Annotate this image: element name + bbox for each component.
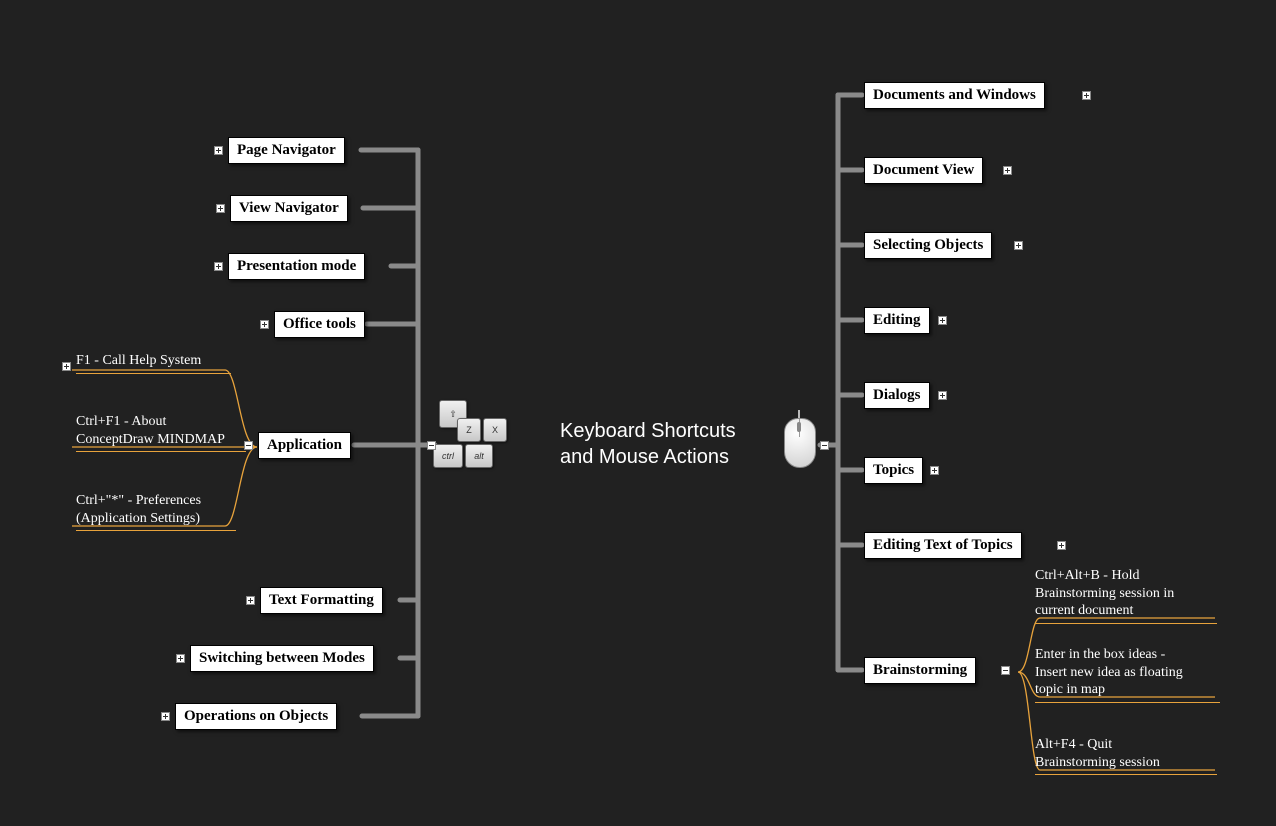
node-label: Editing Text of Topics — [873, 537, 1013, 553]
central-title-line1: Keyboard Shortcuts — [560, 420, 736, 442]
leaf-application-prefs[interactable]: Ctrl+"*" - Preferences (Application Sett… — [76, 492, 236, 531]
collapse-toggle-left[interactable] — [427, 441, 436, 450]
node-label: View Navigator — [239, 200, 339, 216]
node-presentation-mode[interactable]: Presentation mode — [228, 253, 365, 280]
expand-toggle[interactable] — [214, 146, 223, 155]
leaf-application-f1[interactable]: F1 - Call Help System — [76, 352, 231, 374]
node-label: Brainstorming — [873, 662, 967, 678]
leaf-text: (Application Settings) — [76, 511, 200, 526]
node-label: Page Navigator — [237, 142, 336, 158]
leaf-text: ConceptDraw MINDMAP — [76, 432, 225, 447]
keyboard-icon: ⇧ Z X ctrl alt — [433, 400, 523, 480]
node-page-navigator[interactable]: Page Navigator — [228, 137, 345, 164]
expand-toggle[interactable] — [260, 320, 269, 329]
node-label: Topics — [873, 462, 914, 478]
leaf-text: topic in map — [1035, 682, 1105, 697]
expand-toggle[interactable] — [938, 391, 947, 400]
leaf-text: Ctrl+"*" - Preferences — [76, 493, 201, 508]
expand-toggle[interactable] — [176, 654, 185, 663]
expand-toggle[interactable] — [62, 362, 71, 371]
leaf-text: Brainstorming session in — [1035, 586, 1174, 601]
node-operations-objects[interactable]: Operations on Objects — [175, 703, 337, 730]
node-dialogs[interactable]: Dialogs — [864, 382, 930, 409]
node-editing-text-topics[interactable]: Editing Text of Topics — [864, 532, 1022, 559]
node-label: Presentation mode — [237, 258, 356, 274]
expand-toggle[interactable] — [1082, 91, 1091, 100]
leaf-text: current document — [1035, 603, 1133, 618]
node-selecting-objects[interactable]: Selecting Objects — [864, 232, 992, 259]
leaf-brainstorming-quit[interactable]: Alt+F4 - Quit Brainstorming session — [1035, 736, 1217, 775]
expand-toggle[interactable] — [1014, 241, 1023, 250]
leaf-text: Insert new idea as floating — [1035, 665, 1183, 680]
leaf-brainstorming-enter[interactable]: Enter in the box ideas - Insert new idea… — [1035, 646, 1220, 703]
central-title: Keyboard Shortcuts and Mouse Actions — [560, 418, 780, 470]
collapse-toggle-right[interactable] — [820, 441, 829, 450]
leaf-text: Brainstorming session — [1035, 755, 1160, 770]
node-label: Application — [267, 437, 342, 453]
node-topics[interactable]: Topics — [864, 457, 923, 484]
leaf-text: Enter in the box ideas - — [1035, 647, 1165, 662]
node-editing[interactable]: Editing — [864, 307, 930, 334]
expand-toggle[interactable] — [938, 316, 947, 325]
node-documents-windows[interactable]: Documents and Windows — [864, 82, 1045, 109]
leaf-brainstorming-hold[interactable]: Ctrl+Alt+B - Hold Brainstorming session … — [1035, 567, 1217, 624]
node-document-view[interactable]: Document View — [864, 157, 983, 184]
expand-toggle[interactable] — [214, 262, 223, 271]
central-title-line2: and Mouse Actions — [560, 446, 729, 468]
node-label: Text Formatting — [269, 592, 374, 608]
expand-toggle[interactable] — [161, 712, 170, 721]
node-brainstorming[interactable]: Brainstorming — [864, 657, 976, 684]
node-application[interactable]: Application — [258, 432, 351, 459]
leaf-text: F1 - Call Help System — [76, 353, 201, 368]
node-label: Documents and Windows — [873, 87, 1036, 103]
node-label: Office tools — [283, 316, 356, 332]
leaf-text: Alt+F4 - Quit — [1035, 737, 1112, 752]
expand-toggle[interactable] — [1003, 166, 1012, 175]
node-label: Switching between Modes — [199, 650, 365, 666]
node-label: Operations on Objects — [184, 708, 328, 724]
node-label: Document View — [873, 162, 974, 178]
mouse-icon — [782, 410, 816, 470]
node-label: Selecting Objects — [873, 237, 983, 253]
node-label: Editing — [873, 312, 921, 328]
leaf-text: Ctrl+F1 - About — [76, 414, 166, 429]
node-label: Dialogs — [873, 387, 921, 403]
node-switching-modes[interactable]: Switching between Modes — [190, 645, 374, 672]
mindmap-canvas: ⇧ Z X ctrl alt Keyboard Shortcuts and Mo… — [0, 0, 1276, 826]
node-text-formatting[interactable]: Text Formatting — [260, 587, 383, 614]
expand-toggle[interactable] — [1057, 541, 1066, 550]
collapse-toggle[interactable] — [1001, 666, 1010, 675]
leaf-application-about[interactable]: Ctrl+F1 - About ConceptDraw MINDMAP — [76, 413, 246, 452]
leaf-text: Ctrl+Alt+B - Hold — [1035, 568, 1139, 583]
node-view-navigator[interactable]: View Navigator — [230, 195, 348, 222]
expand-toggle[interactable] — [216, 204, 225, 213]
expand-toggle[interactable] — [246, 596, 255, 605]
node-office-tools[interactable]: Office tools — [274, 311, 365, 338]
expand-toggle[interactable] — [930, 466, 939, 475]
